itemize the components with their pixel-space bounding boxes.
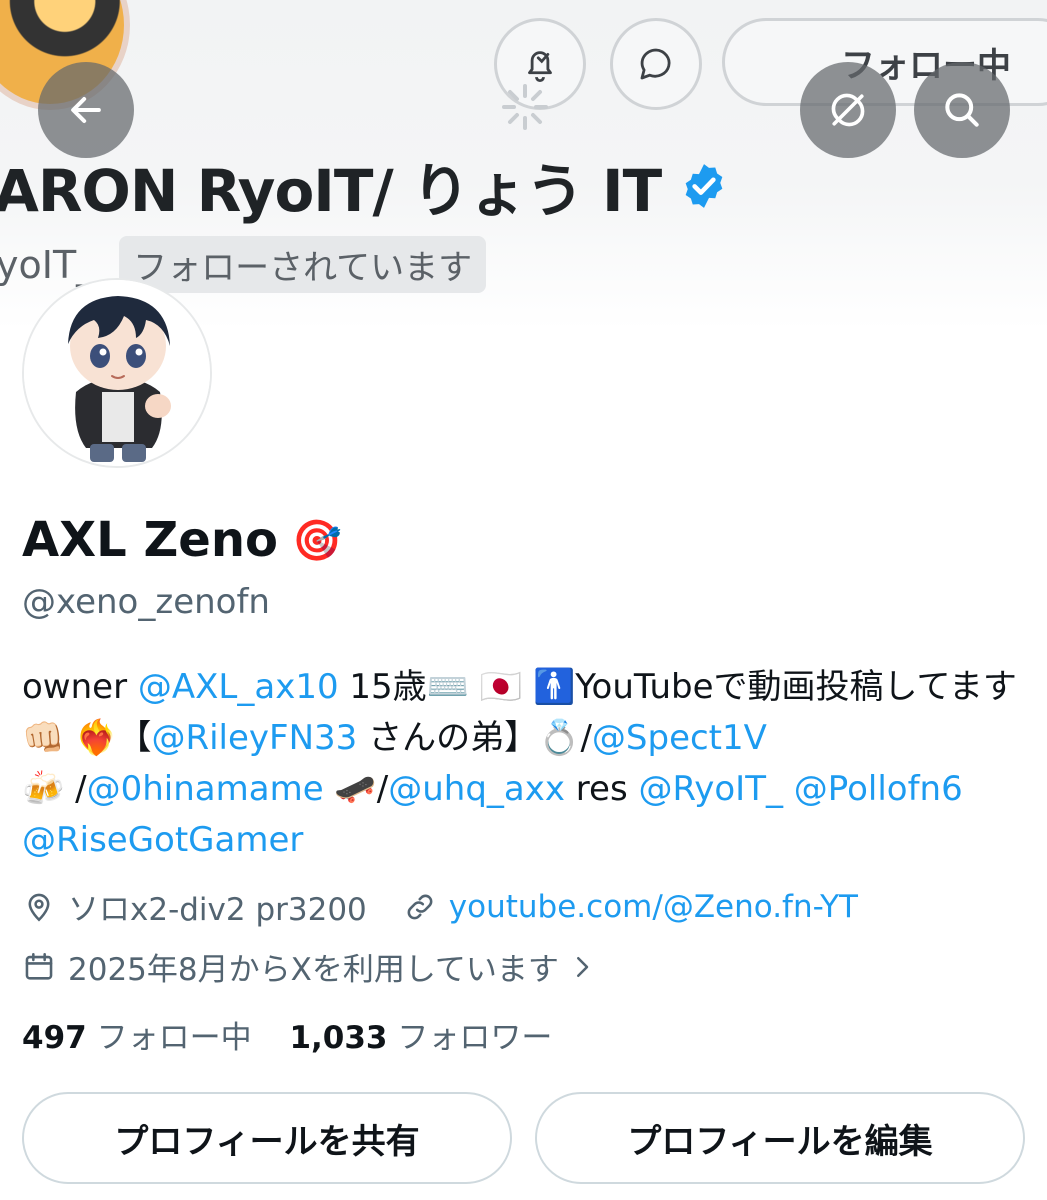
following-count: 497: [22, 1020, 87, 1056]
calendar-icon: [25, 952, 53, 980]
profile-display-name: AXL Zeno 🎯: [22, 512, 342, 568]
profile-location: ソロx2-div2 pr3200: [68, 892, 367, 928]
bio-mention-link[interactable]: @AXL_ax10: [138, 667, 339, 707]
message-button[interactable]: [610, 18, 702, 110]
search-icon: [945, 93, 979, 127]
loading-spinner-icon: [502, 84, 548, 130]
followers-stat[interactable]: 1,033 フォロワー: [289, 1020, 552, 1056]
follow-stats: 497 フォロー中 1,033 フォロワー: [22, 1012, 552, 1057]
edit-profile-button[interactable]: プロフィールを編集: [535, 1092, 1025, 1184]
display-name-text: AXL Zeno: [22, 512, 278, 568]
profile-website-link[interactable]: youtube.com/@Zeno.fn-YT: [449, 889, 858, 925]
bio-mention-link[interactable]: @RyoIT_: [638, 769, 782, 809]
following-stat[interactable]: 497 フォロー中: [22, 1020, 252, 1056]
grok-button[interactable]: [800, 62, 896, 158]
followers-label: フォロワー: [397, 1020, 553, 1056]
profile-bio: owner @AXL_ax10 15歳⌨️ 🇯🇵 🚹YouTubeで動画投稿して…: [22, 662, 1022, 866]
edit-profile-label: プロフィールを編集: [627, 1121, 933, 1162]
arrow-left-icon: [71, 96, 101, 124]
share-profile-button[interactable]: プロフィールを共有: [22, 1092, 512, 1184]
header-display-name: ARON RyoIT/ りょう IT: [0, 144, 729, 228]
header-handle-row: yoIT_ フォローされています: [0, 236, 487, 293]
profile-meta-row: ソロx2-div2 pr3200 youtube.com/@Zeno.fn-YT: [22, 884, 858, 929]
bell-check-icon: [528, 51, 552, 82]
joined-date: 2025年8月からXを利用しています: [68, 952, 559, 988]
bio-mention-link[interactable]: @0hinamame: [87, 769, 324, 809]
bio-text: owner: [22, 667, 138, 707]
bio-text: 🍻 /: [22, 769, 87, 809]
followers-count: 1,033: [289, 1020, 388, 1056]
bio-mention-link[interactable]: @Pollofn6: [794, 769, 963, 809]
name-emoji: 🎯: [291, 517, 342, 564]
bio-text: [783, 769, 794, 809]
location-pin-icon: [28, 893, 50, 922]
following-label: フォロー中: [96, 1020, 252, 1056]
chevron-right-icon: [576, 956, 589, 977]
profile-handle: @xeno_zenofn: [22, 582, 270, 622]
link-icon: [407, 894, 433, 919]
profile-avatar[interactable]: [22, 278, 212, 468]
bio-mention-link[interactable]: @RileyFN33: [151, 718, 357, 758]
bio-text: さんの弟】💍/: [357, 718, 592, 758]
header-handle: yoIT_: [0, 242, 96, 287]
share-profile-label: プロフィールを共有: [114, 1121, 420, 1162]
bio-mention-link[interactable]: @Spect1V: [592, 718, 767, 758]
bio-mention-link[interactable]: @uhq_axx: [388, 769, 565, 809]
bio-mention-link[interactable]: @RiseGotGamer: [22, 820, 303, 860]
verified-badge-icon: [685, 164, 723, 208]
search-button[interactable]: [914, 62, 1010, 158]
bio-text: res: [565, 769, 639, 809]
header-name-text: ARON RyoIT/ りょう IT: [0, 157, 662, 225]
joined-date-row[interactable]: 2025年8月からXを利用しています: [22, 944, 609, 989]
profile-header-area: フォロー中 ARON RyoIT/ りょう IT yoIT_ フォローされていま…: [0, 0, 1047, 330]
message-icon: [640, 48, 671, 80]
bio-text: 🛹/: [323, 769, 389, 809]
grok-icon: [831, 93, 865, 127]
follows-you-badge: フォローされています: [119, 236, 487, 293]
back-button[interactable]: [38, 62, 134, 158]
avatar-illustration: [24, 280, 210, 466]
